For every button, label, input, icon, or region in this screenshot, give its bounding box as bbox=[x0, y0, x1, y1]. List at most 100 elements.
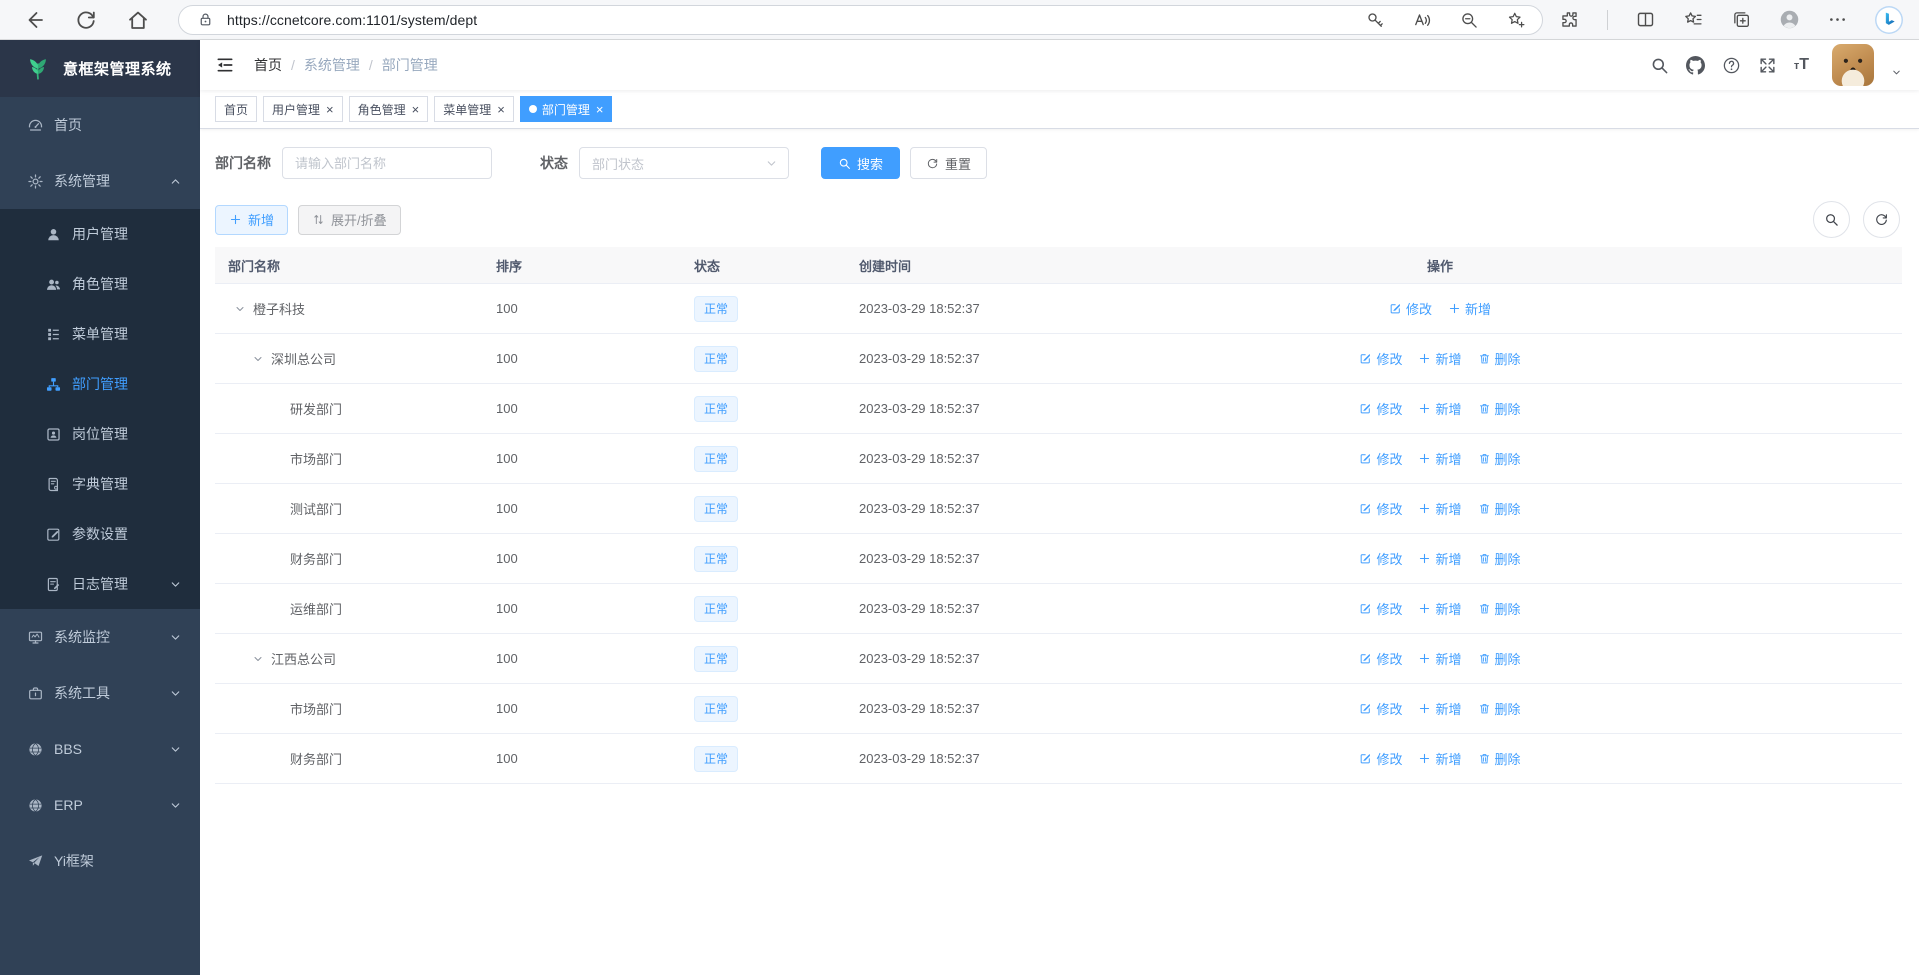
refresh-table-button[interactable] bbox=[1863, 201, 1900, 238]
close-icon[interactable]: × bbox=[326, 103, 334, 116]
collections-icon[interactable] bbox=[1731, 9, 1752, 30]
split-screen-icon[interactable] bbox=[1635, 9, 1656, 30]
add-link[interactable]: 新增 bbox=[1418, 699, 1461, 718]
expand-chevron-icon[interactable] bbox=[234, 303, 246, 315]
edit-link[interactable]: 修改 bbox=[1359, 749, 1402, 768]
tab-home[interactable]: 首页 bbox=[215, 96, 257, 122]
tab-dept-management[interactable]: 部门管理 × bbox=[520, 96, 613, 122]
sidebar-item-role-management[interactable]: 角色管理 bbox=[0, 259, 200, 309]
reset-button[interactable]: 重置 bbox=[910, 147, 987, 179]
password-key-icon[interactable] bbox=[1365, 10, 1385, 30]
sidebar-item-user-management[interactable]: 用户管理 bbox=[0, 209, 200, 259]
browser-profile-icon[interactable] bbox=[1779, 9, 1800, 30]
sidebar-item-system-management[interactable]: 系统管理 bbox=[0, 153, 200, 209]
close-icon[interactable]: × bbox=[596, 103, 604, 116]
extensions-icon[interactable] bbox=[1559, 9, 1580, 30]
toolbar-divider bbox=[1607, 10, 1608, 30]
browser-back-button[interactable] bbox=[22, 8, 46, 32]
add-link[interactable]: 新增 bbox=[1418, 349, 1461, 368]
add-label: 新增 bbox=[1465, 299, 1491, 318]
breadcrumb-system[interactable]: 系统管理 bbox=[304, 55, 360, 75]
avatar-caret-down-icon[interactable] bbox=[1891, 67, 1902, 78]
zoom-out-icon[interactable] bbox=[1459, 10, 1479, 30]
sidebar-item-bbs[interactable]: BBS bbox=[0, 721, 200, 777]
browser-home-button[interactable] bbox=[126, 8, 150, 32]
add-link[interactable]: 新增 bbox=[1418, 549, 1461, 568]
edit-link[interactable]: 修改 bbox=[1359, 399, 1402, 418]
bing-chat-icon[interactable] bbox=[1875, 6, 1903, 34]
add-link[interactable]: 新增 bbox=[1418, 649, 1461, 668]
add-label: 新增 bbox=[1435, 749, 1461, 768]
edit-link[interactable]: 修改 bbox=[1359, 549, 1402, 568]
show-search-toggle-button[interactable] bbox=[1813, 201, 1850, 238]
expand-collapse-button[interactable]: 展开/折叠 bbox=[298, 205, 401, 235]
favorites-icon[interactable] bbox=[1683, 9, 1704, 30]
sidebar-item-label: 菜单管理 bbox=[72, 324, 128, 344]
url-text[interactable]: https://ccnetcore.com:1101/system/dept bbox=[227, 12, 477, 28]
delete-link[interactable]: 删除 bbox=[1478, 549, 1521, 568]
tab-user-management[interactable]: 用户管理 × bbox=[263, 96, 343, 122]
breadcrumb-home[interactable]: 首页 bbox=[254, 55, 282, 75]
add-link[interactable]: 新增 bbox=[1418, 599, 1461, 618]
search-button[interactable]: 搜索 bbox=[821, 147, 900, 179]
sidebar-item-yi-framework[interactable]: Yi框架 bbox=[0, 833, 200, 889]
delete-link[interactable]: 删除 bbox=[1478, 349, 1521, 368]
sidebar-item-system-monitor[interactable]: 系统监控 bbox=[0, 609, 200, 665]
edit-link[interactable]: 修改 bbox=[1359, 449, 1402, 468]
browser-refresh-button[interactable] bbox=[74, 8, 98, 32]
expand-chevron-icon[interactable] bbox=[252, 653, 264, 665]
delete-link[interactable]: 删除 bbox=[1478, 449, 1521, 468]
status-select[interactable]: 部门状态 bbox=[579, 147, 789, 179]
edit-link[interactable]: 修改 bbox=[1389, 299, 1432, 318]
sidebar-item-label: 系统管理 bbox=[54, 171, 110, 191]
sidebar-item-dept-management[interactable]: 部门管理 bbox=[0, 359, 200, 409]
dept-name-input[interactable] bbox=[282, 147, 492, 179]
delete-link[interactable]: 删除 bbox=[1478, 599, 1521, 618]
add-favorite-icon[interactable] bbox=[1506, 10, 1526, 30]
expand-chevron-icon[interactable] bbox=[252, 353, 264, 365]
status-badge: 正常 bbox=[694, 446, 738, 472]
fullscreen-icon[interactable] bbox=[1758, 56, 1777, 75]
add-link[interactable]: 新增 bbox=[1418, 499, 1461, 518]
header-search-icon[interactable] bbox=[1650, 56, 1669, 75]
add-link[interactable]: 新增 bbox=[1418, 449, 1461, 468]
sidebar-item-param-settings[interactable]: 参数设置 bbox=[0, 509, 200, 559]
add-label: 新增 bbox=[1435, 449, 1461, 468]
close-icon[interactable]: × bbox=[497, 103, 505, 116]
user-avatar[interactable] bbox=[1832, 44, 1874, 86]
delete-link[interactable]: 删除 bbox=[1478, 399, 1521, 418]
add-link[interactable]: 新增 bbox=[1418, 749, 1461, 768]
edit-link[interactable]: 修改 bbox=[1359, 499, 1402, 518]
sidebar-item-dict-management[interactable]: 字典管理 bbox=[0, 459, 200, 509]
add-link[interactable]: 新增 bbox=[1418, 399, 1461, 418]
font-size-icon[interactable]: тT bbox=[1794, 57, 1809, 73]
lock-icon[interactable] bbox=[197, 11, 214, 28]
close-icon[interactable]: × bbox=[412, 103, 420, 116]
sidebar-item-post-management[interactable]: 岗位管理 bbox=[0, 409, 200, 459]
edit-link[interactable]: 修改 bbox=[1359, 349, 1402, 368]
sidebar-item-system-tools[interactable]: 系统工具 bbox=[0, 665, 200, 721]
sidebar-item-home[interactable]: 首页 bbox=[0, 97, 200, 153]
sidebar-fold-icon[interactable] bbox=[215, 55, 235, 75]
read-aloud-icon[interactable] bbox=[1412, 10, 1432, 30]
tab-role-management[interactable]: 角色管理 × bbox=[349, 96, 429, 122]
dept-name: 研发部门 bbox=[290, 399, 342, 418]
edit-link[interactable]: 修改 bbox=[1359, 699, 1402, 718]
add-link[interactable]: 新增 bbox=[1448, 299, 1491, 318]
sidebar-item-menu-management[interactable]: 菜单管理 bbox=[0, 309, 200, 359]
sidebar-item-log-management[interactable]: 日志管理 bbox=[0, 559, 200, 609]
delete-link[interactable]: 删除 bbox=[1478, 499, 1521, 518]
github-icon[interactable] bbox=[1686, 56, 1705, 75]
sidebar-item-erp[interactable]: ERP bbox=[0, 777, 200, 833]
edit-link[interactable]: 修改 bbox=[1359, 599, 1402, 618]
address-bar[interactable]: https://ccnetcore.com:1101/system/dept bbox=[178, 5, 1543, 35]
delete-link[interactable]: 删除 bbox=[1478, 699, 1521, 718]
add-button[interactable]: 新增 bbox=[215, 205, 288, 235]
tab-menu-management[interactable]: 菜单管理 × bbox=[434, 96, 514, 122]
delete-link[interactable]: 删除 bbox=[1478, 649, 1521, 668]
delete-link[interactable]: 删除 bbox=[1478, 749, 1521, 768]
app-logo[interactable]: 意框架管理系统 bbox=[0, 40, 200, 97]
browser-menu-icon[interactable] bbox=[1827, 9, 1848, 30]
help-icon[interactable] bbox=[1722, 56, 1741, 75]
edit-link[interactable]: 修改 bbox=[1359, 649, 1402, 668]
